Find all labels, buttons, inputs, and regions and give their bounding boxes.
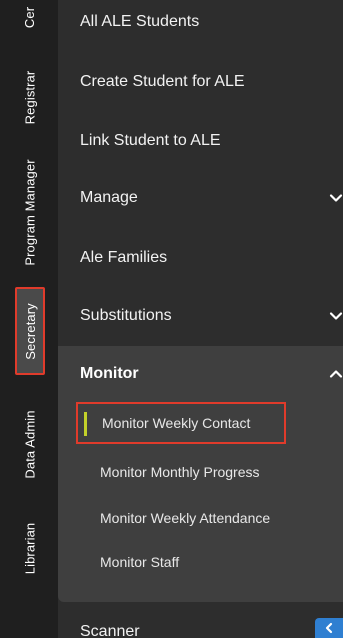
submenu-item-monitor-weekly-contact[interactable]: Monitor Weekly Contact <box>76 402 286 444</box>
monitor-group: Monitor Monitor Weekly Contact Monitor M… <box>58 346 343 602</box>
rail-tab-label: Cer <box>22 6 38 28</box>
collapse-sidebar-button[interactable] <box>315 618 343 638</box>
active-indicator <box>84 412 87 436</box>
rail-tab-program-manager[interactable]: Program Manager <box>15 148 45 276</box>
rail-tab-registrar[interactable]: Registrar <box>15 58 45 136</box>
rail-tab-label: Secretary <box>22 302 38 360</box>
secretary-menu: All ALE Students Create Student for ALE … <box>58 0 343 638</box>
rail-tab-label: Data Admin <box>22 409 38 479</box>
submenu-item-monitor-staff[interactable]: Monitor Staff <box>58 540 343 584</box>
menu-item-label: Substitutions <box>80 307 172 324</box>
menu-item-ale-families[interactable]: Ale Families <box>58 228 343 288</box>
submenu-item-label: Monitor Weekly Contact <box>102 415 251 431</box>
menu-item-label: All ALE Students <box>80 13 200 30</box>
role-tab-rail: Cer Registrar Program Manager Secretary … <box>0 0 58 638</box>
menu-item-manage[interactable]: Manage <box>58 168 343 228</box>
menu-item-create-student-for-ale[interactable]: Create Student for ALE <box>58 52 343 112</box>
rail-tab-label: Librarian <box>22 522 38 574</box>
menu-item-label: Ale Families <box>80 249 168 266</box>
menu-item-label: Monitor <box>80 365 139 382</box>
submenu-item-label: Monitor Weekly Attendance <box>100 510 271 526</box>
menu-item-label: Create Student for ALE <box>80 73 245 90</box>
menu-item-link-student-to-ale[interactable]: Link Student to ALE <box>58 111 343 171</box>
rail-tab-secretary[interactable]: Secretary <box>15 287 45 375</box>
rail-tab-librarian[interactable]: Librarian <box>15 508 45 588</box>
menu-item-label: Manage <box>80 189 138 206</box>
rail-tab-cer[interactable]: Cer <box>15 0 45 46</box>
menu-item-all-ale-students[interactable]: All ALE Students <box>58 0 343 52</box>
rail-tab-label: Registrar <box>22 70 38 124</box>
submenu-item-monitor-monthly-progress[interactable]: Monitor Monthly Progress <box>58 450 343 494</box>
menu-item-label: Link Student to ALE <box>80 132 221 149</box>
chevron-down-icon <box>329 309 343 323</box>
rail-tab-data-admin[interactable]: Data Admin <box>15 398 45 490</box>
menu-item-label: Scanner <box>80 623 140 638</box>
menu-item-scanner[interactable]: Scanner <box>58 602 343 638</box>
menu-item-monitor[interactable]: Monitor <box>58 346 343 402</box>
rail-tab-label: Program Manager <box>22 158 38 266</box>
submenu-item-label: Monitor Monthly Progress <box>100 464 260 480</box>
chevron-down-icon <box>329 191 343 205</box>
submenu-item-monitor-weekly-attendance[interactable]: Monitor Weekly Attendance <box>58 496 343 540</box>
submenu-item-label: Monitor Staff <box>100 554 180 570</box>
app-window: Cer Registrar Program Manager Secretary … <box>0 0 343 638</box>
menu-item-substitutions[interactable]: Substitutions <box>58 286 343 346</box>
chevron-up-icon <box>329 367 343 381</box>
chevron-left-icon <box>323 621 335 638</box>
